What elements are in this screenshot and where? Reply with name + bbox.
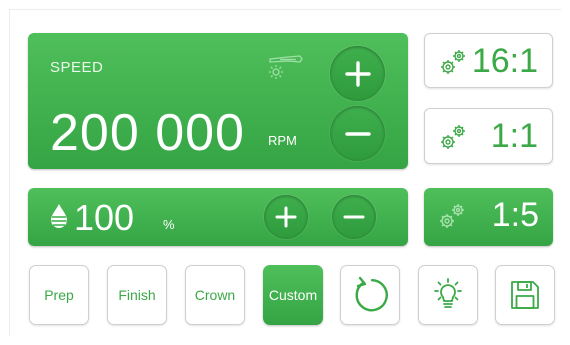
coolant-panel: 100 % xyxy=(28,188,408,246)
rotate-direction-button[interactable] xyxy=(340,265,400,325)
ratio-1-5-button[interactable]: 1:5 xyxy=(424,188,553,246)
mode-prep-button[interactable]: Prep xyxy=(29,265,89,325)
mode-custom-button[interactable]: Custom xyxy=(263,265,323,325)
mode-label: Finish xyxy=(118,287,156,303)
save-button[interactable] xyxy=(495,265,555,325)
coolant-decrease-button[interactable] xyxy=(332,195,376,239)
speed-label: SPEED xyxy=(50,59,104,76)
coolant-value: 100 xyxy=(74,197,135,238)
mode-label: Prep xyxy=(44,287,74,303)
ratio-1-1-button[interactable]: 1:1 xyxy=(424,108,553,164)
rotate-icon xyxy=(355,276,388,312)
gears-icon xyxy=(441,125,465,149)
speed-increase-button[interactable] xyxy=(330,46,385,101)
ratio-label: 1:5 xyxy=(491,196,539,234)
mode-finish-button[interactable]: Finish xyxy=(107,265,167,325)
ratio-label: 16:1 xyxy=(471,42,538,80)
minus-icon xyxy=(344,131,371,136)
light-toggle-button[interactable] xyxy=(418,265,478,325)
coolant-increase-button[interactable] xyxy=(264,195,308,239)
plus-icon xyxy=(275,206,297,228)
speed-panel: SPEED 200 000 RPM xyxy=(28,33,408,169)
speed-decrease-button[interactable] xyxy=(330,106,385,161)
gears-icon xyxy=(441,50,465,74)
ratio-16-1-button[interactable]: 16:1 xyxy=(424,33,553,88)
minus-icon xyxy=(343,215,365,219)
ratio-label: 1:1 xyxy=(490,117,538,155)
light-bulb-icon xyxy=(434,278,462,308)
handpiece-light-icon xyxy=(269,55,303,79)
speed-value: 200 000 xyxy=(50,104,245,162)
speed-unit: RPM xyxy=(268,133,297,148)
mode-label: Custom xyxy=(268,287,318,303)
mode-label: Crown xyxy=(194,287,236,303)
water-drop-icon xyxy=(51,204,67,228)
plus-icon xyxy=(344,60,371,87)
save-icon xyxy=(511,281,539,309)
coolant-unit: % xyxy=(163,217,175,232)
mode-crown-button[interactable]: Crown xyxy=(185,265,245,325)
gears-icon xyxy=(440,204,464,228)
